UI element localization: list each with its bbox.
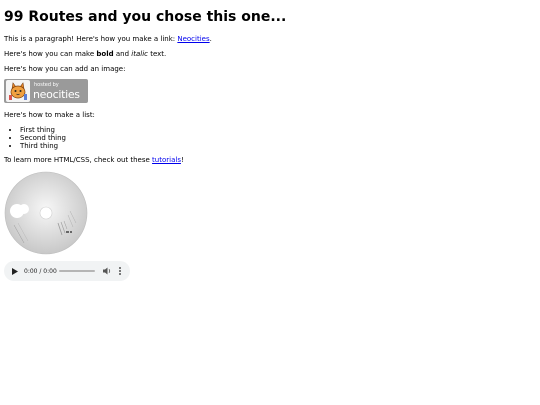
badge-text: hosted by neocities: [33, 81, 80, 101]
paragraph-image: Here's how you can add an image:: [4, 65, 126, 73]
hosted-by-neocities-badge: hosted by neocities: [4, 79, 88, 103]
neocities-link[interactable]: Neocities: [177, 35, 209, 43]
list-item: Third thing: [20, 142, 534, 150]
neocities-cat-icon: [6, 80, 30, 102]
list-item: First thing: [20, 126, 534, 134]
list-item: Second thing: [20, 134, 534, 142]
bold-text: bold: [96, 50, 114, 58]
italic-text: italic: [131, 50, 148, 58]
more-vert-icon[interactable]: [118, 266, 122, 276]
volume-icon[interactable]: [103, 266, 112, 276]
paragraph-list: Here's how to make a list:: [4, 111, 95, 119]
tutorials-link[interactable]: tutorials: [152, 156, 181, 164]
play-icon[interactable]: [10, 266, 20, 276]
bullet-list: First thing Second thing Third thing: [4, 126, 534, 150]
paragraph-link: This is a paragraph! Here's how you make…: [4, 35, 212, 43]
audio-time: 0:00 / 0:00: [24, 267, 57, 275]
page-content: 99 Routes and you chose this one... This…: [4, 0, 534, 281]
paragraph-tutorials: To learn more HTML/CSS, check out these …: [4, 156, 184, 164]
audio-seek-bar[interactable]: [59, 270, 95, 272]
paragraph-formatting: Here's how you can make bold and italic …: [4, 50, 167, 58]
badge-hosted-by: hosted by: [34, 81, 59, 88]
disc-image: [4, 171, 88, 255]
page-title: 99 Routes and you chose this one...: [4, 9, 287, 25]
audio-player[interactable]: 0:00 / 0:00: [4, 261, 130, 281]
badge-neocities: neocities: [33, 87, 80, 101]
